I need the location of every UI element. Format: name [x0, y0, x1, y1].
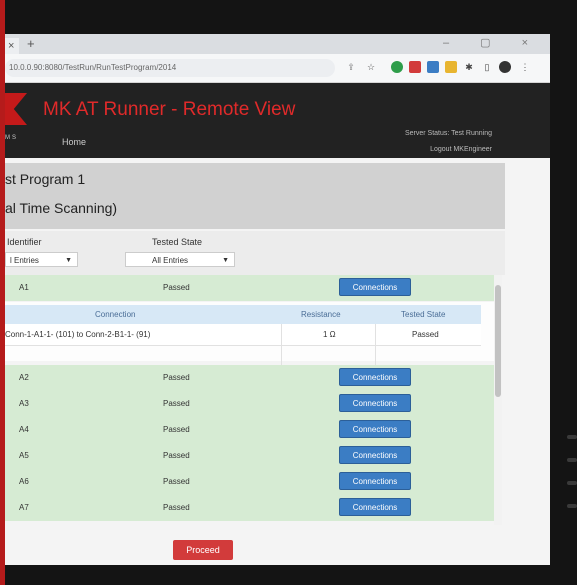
result-row: A5 Passed Connections — [5, 443, 494, 469]
filter-bar: Identifier l Entries ▼ Tested State All … — [5, 231, 505, 275]
result-row: A1 Passed Connections — [5, 275, 494, 301]
divider — [281, 324, 282, 365]
tested-state-value: Passed — [412, 330, 439, 339]
identifier-filter-value: l Entries — [10, 256, 39, 265]
result-row: A7 Passed Connections — [5, 495, 494, 521]
proceed-button[interactable]: Proceed — [173, 540, 233, 560]
scrollbar-thumb[interactable] — [495, 285, 501, 397]
tab-close-icon[interactable]: × — [8, 40, 14, 52]
caret-down-icon: ▼ — [65, 257, 72, 264]
result-row: A6 Passed Connections — [5, 469, 494, 495]
results-scrollbar[interactable] — [494, 275, 502, 525]
extension-yellow-icon[interactable] — [445, 61, 457, 73]
connections-button[interactable]: Connections — [339, 278, 411, 296]
row-state: Passed — [163, 451, 190, 460]
profile-avatar-icon[interactable] — [499, 61, 511, 73]
connections-button[interactable]: Connections — [339, 368, 411, 386]
extensions-puzzle-icon[interactable]: ✱ — [463, 61, 475, 73]
share-icon[interactable]: ⇪ — [345, 61, 357, 73]
program-subtitle: al Time Scanning) — [5, 200, 118, 216]
screen: × + – ▢ × 10.0.0.90:8080/TestRun/RunTest… — [5, 34, 550, 565]
detail-table-row: Conn-1-A1-1- (101) to Conn-2-B1-1- (91) … — [5, 324, 481, 365]
row-identifier: A6 — [19, 477, 29, 486]
star-icon[interactable]: ☆ — [365, 61, 377, 73]
row-identifier: A1 — [19, 283, 29, 292]
app-header: MS MK AT Runner - Remote View Home Serve… — [5, 83, 550, 159]
connection-detail: Connection Resistance Tested State Conn-… — [5, 302, 494, 365]
program-header: st Program 1 al Time Scanning) — [5, 163, 505, 229]
connections-button[interactable]: Connections — [339, 472, 411, 490]
company-logo — [5, 93, 27, 125]
connections-button[interactable]: Connections — [339, 394, 411, 412]
extension-green-icon[interactable] — [391, 61, 403, 73]
server-status: Server Status: Test Running — [404, 130, 492, 137]
row-identifier: A5 — [19, 451, 29, 460]
result-row: A3 Passed Connections — [5, 391, 494, 417]
results-list: A1 Passed Connections Connection Resista… — [5, 275, 502, 525]
extension-blue-icon[interactable] — [427, 61, 439, 73]
new-tab-icon[interactable]: + — [27, 36, 35, 51]
row-state: Passed — [163, 425, 190, 434]
extension-red-icon[interactable] — [409, 61, 421, 73]
sidebar-icon[interactable]: ▯ — [481, 61, 493, 73]
browser-toolbar: 10.0.0.90:8080/TestRun/RunTestProgram/20… — [5, 54, 550, 83]
program-title: st Program 1 — [5, 171, 86, 187]
divider — [375, 324, 376, 365]
window-controls[interactable]: – ▢ × — [443, 36, 542, 49]
app-title: MK AT Runner - Remote View — [43, 99, 296, 120]
connections-button[interactable]: Connections — [339, 446, 411, 464]
row-state: Passed — [163, 283, 190, 292]
tested-state-filter-value: All Entries — [152, 256, 189, 265]
tested-state-filter-label: Tested State — [152, 237, 203, 247]
monitor-buttons — [567, 435, 577, 527]
row-state: Passed — [163, 503, 190, 512]
address-bar[interactable]: 10.0.0.90:8080/TestRun/RunTestProgram/20… — [5, 59, 335, 77]
browser-tab[interactable]: × — [5, 38, 19, 54]
tested-state-header: Tested State — [401, 310, 446, 319]
monitor-button — [567, 481, 577, 485]
row-state: Passed — [163, 477, 190, 486]
monitor-button — [567, 458, 577, 462]
menu-kebab-icon[interactable]: ⋮ — [519, 61, 531, 73]
identifier-filter-select[interactable]: l Entries ▼ — [5, 252, 78, 267]
detail-table-header: Connection Resistance Tested State — [5, 305, 481, 324]
row-identifier: A3 — [19, 399, 29, 408]
monitor-button — [567, 504, 577, 508]
row-state: Passed — [163, 399, 190, 408]
connection-value: Conn-1-A1-1- (101) to Conn-2-B1-1- (91) — [5, 330, 151, 339]
connections-button[interactable]: Connections — [339, 498, 411, 516]
identifier-filter-label: Identifier — [7, 237, 42, 247]
connections-button[interactable]: Connections — [339, 420, 411, 438]
caret-down-icon: ▼ — [222, 257, 229, 264]
connection-header: Connection — [95, 310, 136, 319]
result-row: A4 Passed Connections — [5, 417, 494, 443]
row-identifier: A2 — [19, 373, 29, 382]
row-identifier: A4 — [19, 425, 29, 434]
logo-text: MS — [5, 135, 18, 141]
resistance-value: 1 Ω — [323, 330, 336, 339]
browser-tab-bar: × + – ▢ × — [5, 34, 550, 54]
result-row: A2 Passed Connections — [5, 365, 494, 391]
main-content: st Program 1 al Time Scanning) Identifie… — [5, 158, 550, 565]
tested-state-filter-select[interactable]: All Entries ▼ — [125, 252, 235, 267]
row-state: Passed — [163, 373, 190, 382]
logout-link[interactable]: Logout MKEngineer — [430, 146, 492, 153]
resistance-header: Resistance — [301, 310, 341, 319]
nav-home-link[interactable]: Home — [62, 137, 86, 147]
row-identifier: A7 — [19, 503, 29, 512]
monitor-button — [567, 435, 577, 439]
